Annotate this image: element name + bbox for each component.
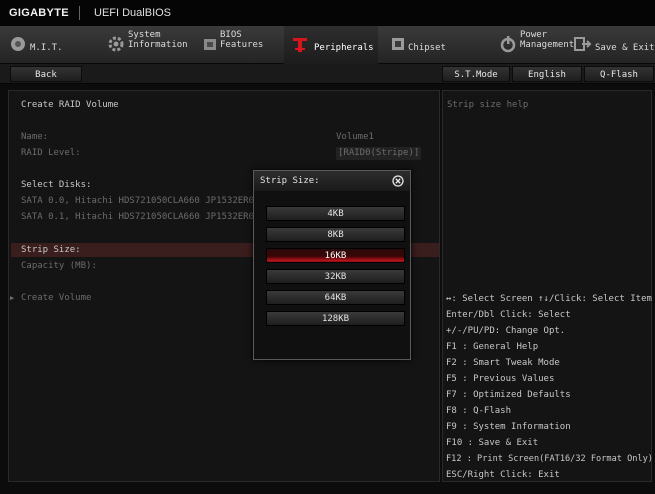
back-button[interactable]: Back [10, 66, 82, 82]
expand-arrow-icon: ▶ [10, 294, 15, 302]
brand-divider [79, 6, 80, 20]
tab-peripherals-label: Peripherals [314, 43, 374, 53]
language-button[interactable]: English [512, 66, 582, 82]
shortcut-f10: F10 : Save & Exit [446, 438, 539, 448]
shortcut-f12: F12 : Print Screen(FAT16/32 Format Only) [446, 454, 653, 464]
raid-level-label: RAID Level: [21, 148, 81, 158]
strip-size-dialog: Strip Size: 4KB 8KB 16KB 32KB 64KB 128KB [253, 170, 411, 360]
tab-save-exit[interactable]: Save & Exit [570, 26, 655, 64]
tab-bios-features[interactable]: BIOS Features [194, 26, 280, 64]
shortcut-f8: F8 : Q-Flash [446, 406, 512, 416]
tab-bios-features-label: BIOS Features [220, 30, 264, 50]
dialog-title: Strip Size: [260, 176, 320, 186]
tab-power-management-label: Power Management [520, 30, 575, 50]
name-value[interactable]: Volume1 [336, 132, 374, 143]
strip-option-8kb[interactable]: 8KB [266, 227, 405, 242]
shortcut-select-screen: ↔: Select Screen ↑↓/Click: Select Item [446, 294, 652, 304]
mit-icon [11, 37, 25, 51]
disk-item[interactable]: SATA 0.1, Hitachi HDS721050CLA660 JP1532… [21, 212, 270, 223]
shortcut-f7: F7 : Optimized Defaults [446, 390, 571, 400]
strip-option-4kb[interactable]: 4KB [266, 206, 405, 221]
app-title: UEFI DualBIOS [94, 7, 172, 19]
disk-item[interactable]: SATA 0.0, Hitachi HDS721050CLA660 JP1532… [21, 196, 270, 207]
name-label: Name: [21, 132, 49, 142]
dialog-titlebar: Strip Size: [254, 171, 410, 191]
bios-chip-icon [204, 39, 216, 50]
peripherals-icon [293, 38, 307, 52]
gigabyte-logo: GIGABYTE [9, 7, 69, 19]
tab-system-information-label: System Information [128, 30, 188, 50]
tab-power-management[interactable]: Power Management [494, 26, 574, 64]
page-title: Create RAID Volume [21, 100, 119, 110]
raid-level-value[interactable]: [RAID0(Stripe)] [336, 147, 422, 160]
tab-mit[interactable]: M.I.T. [0, 26, 92, 64]
shortcut-change-opt: +/-/PU/PD: Change Opt. [446, 326, 566, 336]
brand-bar: GIGABYTE UEFI DualBIOS [0, 0, 655, 26]
select-disks-label: Select Disks: [21, 180, 92, 190]
shortcut-f1: F1 : General Help [446, 342, 539, 352]
tab-chipset[interactable]: Chipset [384, 26, 466, 64]
gear-icon [108, 36, 124, 52]
tab-peripherals[interactable]: Peripherals [284, 26, 378, 64]
tab-mit-label: M.I.T. [30, 43, 63, 53]
close-icon[interactable] [392, 175, 404, 187]
strip-option-16kb[interactable]: 16KB [266, 248, 405, 263]
shortcut-f9: F9 : System Information [446, 422, 571, 432]
help-title: Strip size help [447, 100, 529, 110]
shortcut-f5: F5 : Previous Values [446, 374, 555, 384]
shortcut-f2: F2 : Smart Tweak Mode [446, 358, 560, 368]
tab-save-exit-label: Save & Exit [595, 43, 655, 53]
shortcut-enter: Enter/Dbl Click: Select [446, 310, 571, 320]
strip-option-32kb[interactable]: 32KB [266, 269, 405, 284]
shortcut-esc: ESC/Right Click: Exit [446, 470, 560, 480]
tab-chipset-label: Chipset [408, 43, 446, 53]
strip-option-128kb[interactable]: 128KB [266, 311, 405, 326]
sub-toolbar: Back S.T.Mode English Q-Flash [0, 64, 655, 84]
main-tabs: M.I.T. System Information BIOS Features … [0, 26, 655, 64]
tab-system-information[interactable]: System Information [100, 26, 192, 64]
power-icon [500, 36, 516, 53]
st-mode-button[interactable]: S.T.Mode [442, 66, 510, 82]
strip-option-64kb[interactable]: 64KB [266, 290, 405, 305]
capacity-label: Capacity (MB): [21, 261, 97, 271]
exit-icon [574, 37, 592, 51]
chipset-icon [392, 38, 404, 50]
qflash-button[interactable]: Q-Flash [584, 66, 654, 82]
strip-size-label[interactable]: Strip Size: [21, 245, 81, 256]
create-volume-item[interactable]: Create Volume [21, 293, 91, 304]
